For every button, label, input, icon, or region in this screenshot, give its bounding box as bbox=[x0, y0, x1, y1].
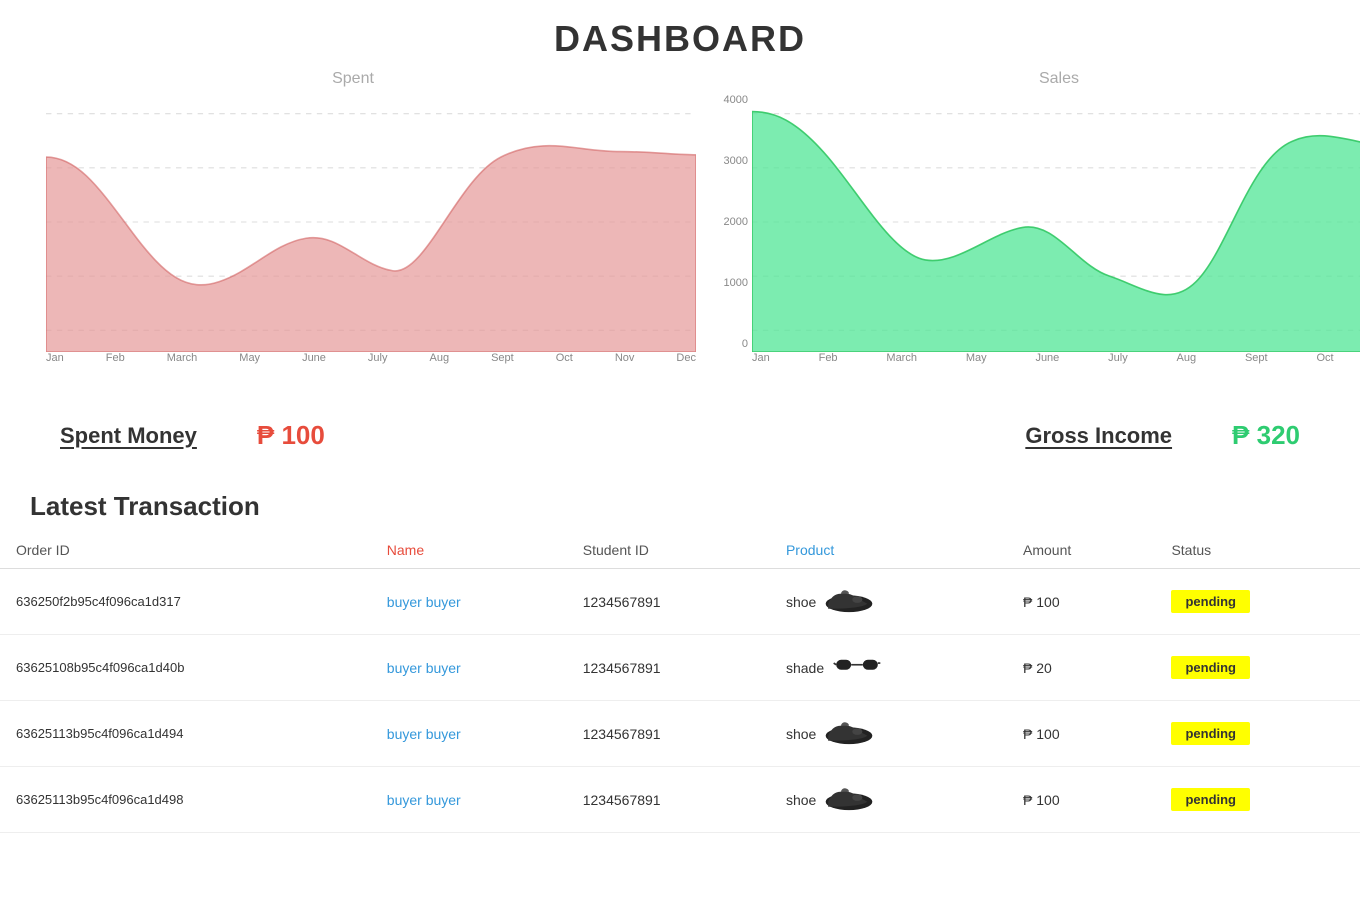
spent-chart-container: Spent Jan Feb bbox=[10, 70, 696, 390]
cell-status: pending bbox=[1155, 701, 1360, 767]
gross-income-value: ₱ 320 bbox=[1232, 420, 1300, 451]
cell-status: pending bbox=[1155, 767, 1360, 833]
table-header-row: Order ID Name Student ID Product Amount … bbox=[0, 532, 1360, 569]
cell-status: pending bbox=[1155, 635, 1360, 701]
sales-chart-title: Sales bbox=[716, 70, 1360, 88]
sales-chart-container: Sales 0 1000 2000 3000 4000 Jan F bbox=[716, 70, 1360, 390]
col-product: Product bbox=[770, 532, 1007, 569]
table-row: 63625113b95c4f096ca1d498 buyer buyer 123… bbox=[0, 767, 1360, 833]
spent-chart-title: Spent bbox=[10, 70, 696, 88]
cell-student-id: 1234567891 bbox=[567, 569, 770, 635]
shoe-icon bbox=[824, 585, 874, 618]
cell-name: buyer buyer bbox=[371, 767, 567, 833]
transaction-table: Order ID Name Student ID Product Amount … bbox=[0, 532, 1360, 833]
table-row: 63625108b95c4f096ca1d40b buyer buyer 123… bbox=[0, 635, 1360, 701]
cell-amount: ₱ 100 bbox=[1007, 767, 1155, 833]
product-name-text: shoe bbox=[786, 594, 816, 610]
product-name-text: shoe bbox=[786, 726, 816, 742]
col-name: Name bbox=[371, 532, 567, 569]
cell-order-id: 63625108b95c4f096ca1d40b bbox=[0, 635, 371, 701]
gross-income-label: Gross Income bbox=[1025, 423, 1172, 449]
shoe-icon bbox=[824, 717, 874, 750]
status-badge: pending bbox=[1171, 590, 1250, 613]
spent-x-labels: Jan Feb March May June July Aug Sept Oct… bbox=[10, 352, 696, 364]
summary-row: Spent Money ₱ 100 Gross Income ₱ 320 bbox=[0, 400, 1360, 471]
cell-amount: ₱ 100 bbox=[1007, 701, 1155, 767]
cell-product: shoe bbox=[770, 767, 1007, 833]
cell-student-id: 1234567891 bbox=[567, 767, 770, 833]
col-amount: Amount bbox=[1007, 532, 1155, 569]
sales-chart-area: 0 1000 2000 3000 4000 bbox=[716, 92, 1360, 352]
cell-product: shoe bbox=[770, 701, 1007, 767]
cell-name: buyer buyer bbox=[371, 635, 567, 701]
cell-order-id: 63625113b95c4f096ca1d494 bbox=[0, 701, 371, 767]
cell-status: pending bbox=[1155, 569, 1360, 635]
cell-amount: ₱ 100 bbox=[1007, 569, 1155, 635]
cell-order-id: 63625113b95c4f096ca1d498 bbox=[0, 767, 371, 833]
cell-product: shade bbox=[770, 635, 1007, 701]
status-badge: pending bbox=[1171, 656, 1250, 679]
col-status: Status bbox=[1155, 532, 1360, 569]
status-badge: pending bbox=[1171, 788, 1250, 811]
status-badge: pending bbox=[1171, 722, 1250, 745]
charts-row: Spent Jan Feb bbox=[0, 70, 1360, 390]
table-row: 63625113b95c4f096ca1d494 buyer buyer 123… bbox=[0, 701, 1360, 767]
product-name-text: shoe bbox=[786, 792, 816, 808]
shade-icon bbox=[832, 651, 882, 684]
product-name-text: shade bbox=[786, 660, 824, 676]
page-title: DASHBOARD bbox=[0, 0, 1360, 70]
table-row: 636250f2b95c4f096ca1d317 buyer buyer 123… bbox=[0, 569, 1360, 635]
spent-money-value: ₱ 100 bbox=[257, 420, 325, 451]
cell-order-id: 636250f2b95c4f096ca1d317 bbox=[0, 569, 371, 635]
cell-product: shoe bbox=[770, 569, 1007, 635]
spent-money-label: Spent Money bbox=[60, 423, 197, 449]
shoe-icon bbox=[824, 783, 874, 816]
cell-name: buyer buyer bbox=[371, 701, 567, 767]
col-order-id: Order ID bbox=[0, 532, 371, 569]
summary-left: Spent Money ₱ 100 bbox=[60, 420, 680, 451]
spent-chart-svg bbox=[46, 92, 696, 352]
transactions-section-title: Latest Transaction bbox=[0, 481, 1360, 532]
col-student-id: Student ID bbox=[567, 532, 770, 569]
sales-x-labels: Jan Feb March May June July Aug Sept Oct… bbox=[716, 352, 1360, 364]
cell-student-id: 1234567891 bbox=[567, 635, 770, 701]
summary-right: Gross Income ₱ 320 bbox=[680, 420, 1300, 451]
sales-chart-svg bbox=[752, 92, 1360, 352]
cell-amount: ₱ 20 bbox=[1007, 635, 1155, 701]
cell-name: buyer buyer bbox=[371, 569, 567, 635]
sales-y-labels: 0 1000 2000 3000 4000 bbox=[716, 92, 752, 352]
spent-chart-area bbox=[10, 92, 696, 352]
cell-student-id: 1234567891 bbox=[567, 701, 770, 767]
spent-y-labels bbox=[10, 92, 46, 352]
